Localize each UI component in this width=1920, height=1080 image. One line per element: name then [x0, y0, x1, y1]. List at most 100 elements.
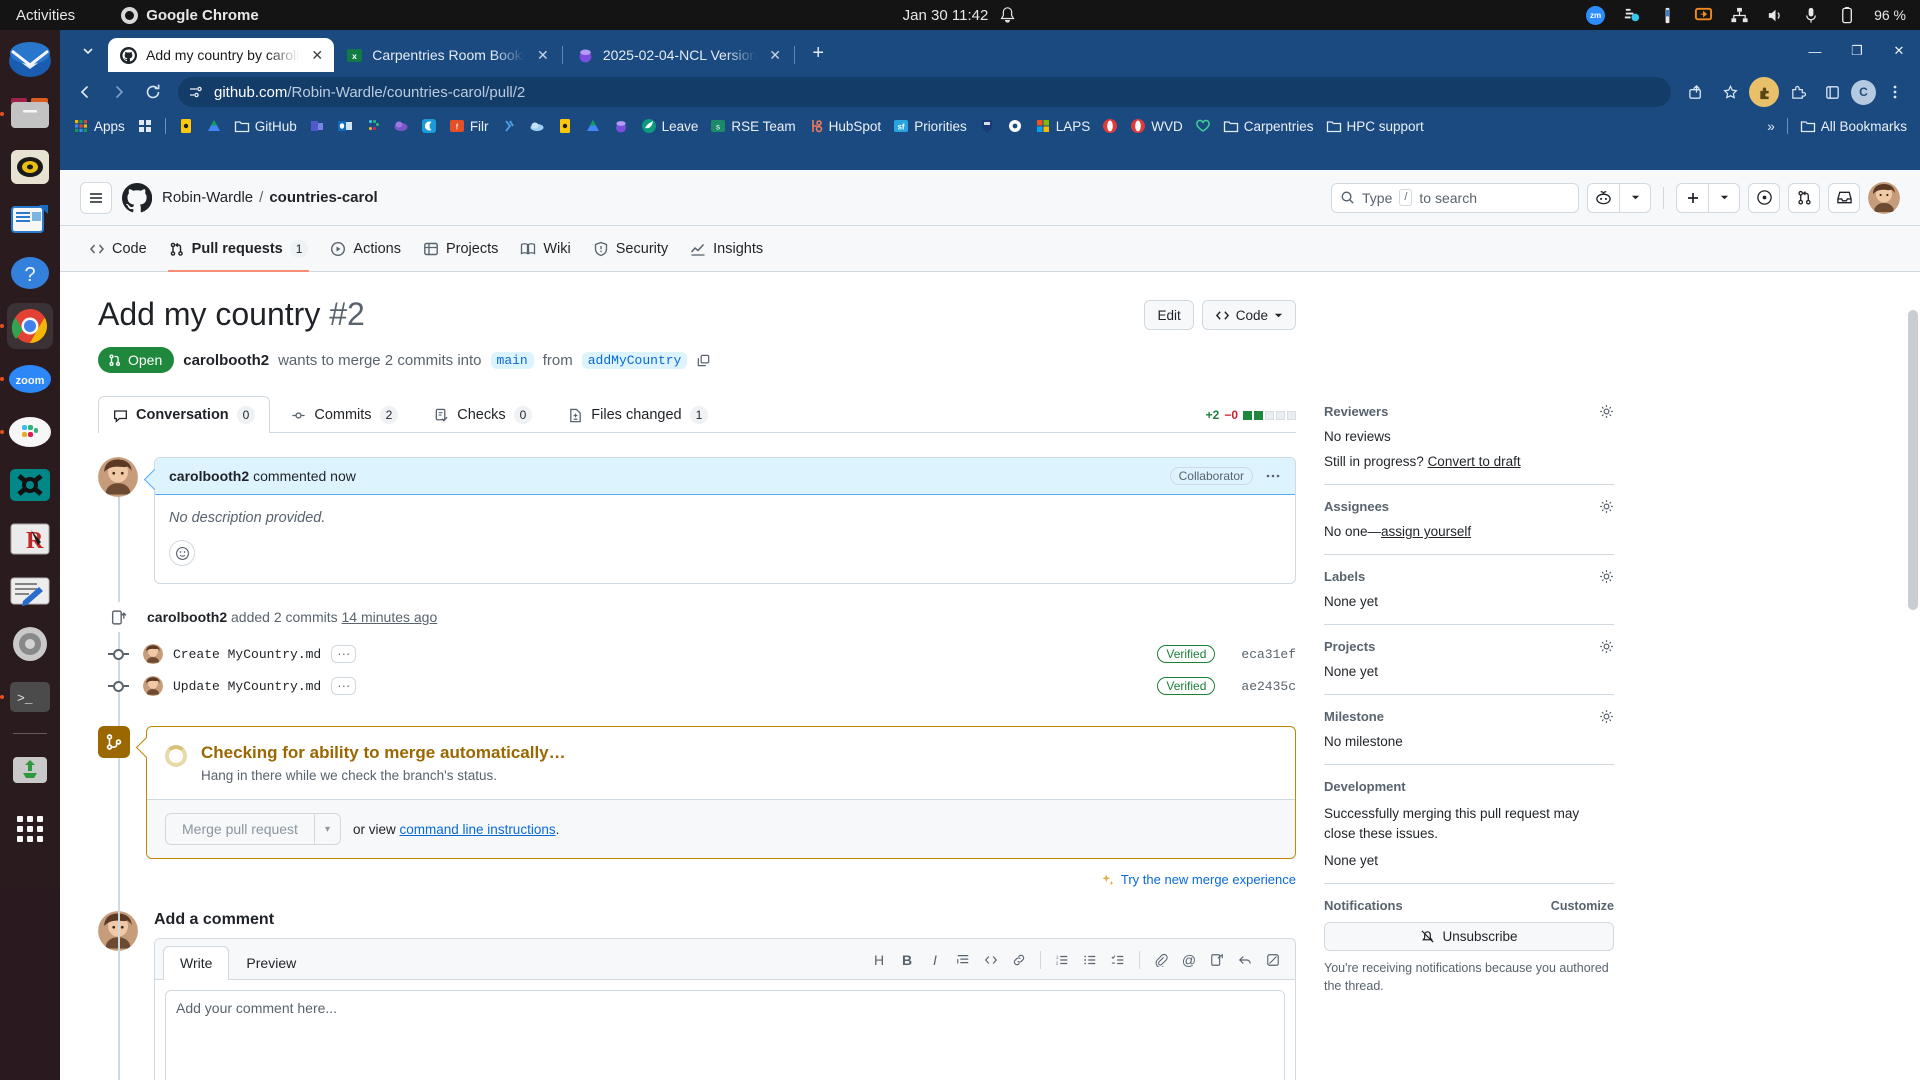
avatar[interactable] — [98, 457, 138, 497]
back-button[interactable] — [70, 77, 100, 107]
gear-icon[interactable] — [1599, 404, 1614, 419]
bookmark-lambda[interactable] — [496, 115, 522, 137]
user-avatar[interactable] — [1868, 181, 1900, 214]
activities-button[interactable]: Activities — [16, 7, 75, 24]
attach-icon[interactable] — [1147, 947, 1175, 973]
unordered-list-icon[interactable] — [1076, 947, 1104, 973]
clock-area[interactable]: Jan 30 11:42 — [830, 6, 1090, 25]
close-window-button[interactable]: ✕ — [1878, 36, 1920, 66]
volume-icon[interactable] — [1766, 6, 1785, 25]
comment-author[interactable]: carolbooth2 — [169, 468, 249, 484]
dock-item-help[interactable]: ? — [7, 250, 53, 296]
browser-tab-0[interactable]: Add my country by caroll ✕ — [108, 38, 335, 72]
head-branch[interactable]: addMyCountry — [581, 351, 688, 369]
bookmark-apps[interactable]: Apps — [68, 115, 130, 137]
site-info-icon[interactable] — [188, 84, 204, 100]
global-nav-menu-button[interactable] — [80, 181, 112, 214]
link-icon[interactable] — [1005, 947, 1033, 973]
bookmark-priorities[interactable]: sf Priorities — [888, 115, 972, 137]
nav-insights[interactable]: Insights — [681, 226, 772, 272]
bookmark-opera[interactable] — [1097, 115, 1123, 137]
quote-icon[interactable] — [949, 947, 977, 973]
browser-tab-1[interactable]: x Carpentries Room Booki ✕ — [334, 38, 560, 72]
kebab-icon[interactable] — [1265, 468, 1281, 484]
battery-icon[interactable] — [1838, 6, 1857, 25]
dock-item-zoom[interactable]: zoom — [7, 356, 53, 402]
share-icon[interactable] — [1681, 77, 1711, 107]
customize-link[interactable]: Customize — [1551, 899, 1614, 913]
bookmark-filr[interactable]: f Filr — [444, 115, 494, 137]
pull-requests-icon[interactable] — [1788, 182, 1820, 213]
dock-item-rstudio[interactable]: R — [7, 515, 53, 561]
commit-message[interactable]: Update MyCountry.md — [173, 679, 321, 694]
breadcrumb-owner[interactable]: Robin-Wardle — [162, 189, 253, 206]
tab-checks[interactable]: Checks 0 — [419, 396, 547, 433]
assign-yourself-link[interactable]: assign yourself — [1381, 524, 1471, 539]
comment-input[interactable]: Add your comment here... — [165, 990, 1285, 1080]
nav-code[interactable]: Code — [80, 226, 156, 272]
bookmark-gear[interactable] — [1002, 115, 1028, 137]
bookmark-slack[interactable] — [360, 115, 386, 137]
dock-item-thunderbird[interactable] — [7, 38, 53, 84]
try-new-merge-experience-link[interactable]: Try the new merge experience — [98, 872, 1296, 887]
bookmark-crest[interactable] — [974, 115, 1000, 137]
close-tab-icon[interactable]: ✕ — [766, 46, 784, 64]
bold-icon[interactable]: B — [893, 947, 921, 973]
heading-icon[interactable]: H — [865, 947, 893, 973]
bookmark-carpentries[interactable]: Carpentries — [1218, 115, 1319, 137]
gear-icon[interactable] — [1599, 709, 1614, 724]
dock-item-terminal[interactable]: >_ — [7, 674, 53, 720]
ordered-list-icon[interactable]: 12 — [1048, 947, 1076, 973]
bookmark-keeper[interactable] — [173, 115, 199, 137]
commit-message[interactable]: Create MyCountry.md — [173, 647, 321, 662]
create-new-split-button[interactable] — [1676, 182, 1740, 213]
tab-files-changed[interactable]: Files changed 1 — [553, 396, 723, 433]
bookmark-cloud[interactable] — [524, 115, 550, 137]
code-icon[interactable] — [977, 947, 1005, 973]
nav-security[interactable]: Security — [584, 226, 677, 272]
convert-to-draft-link[interactable]: Convert to draft — [1428, 454, 1521, 469]
tab-conversation[interactable]: Conversation 0 — [98, 396, 271, 433]
dock-item-x2go[interactable] — [7, 462, 53, 508]
bookmark-drive[interactable] — [201, 115, 227, 137]
gear-icon[interactable] — [1599, 639, 1614, 654]
gear-icon[interactable] — [1599, 499, 1614, 514]
tab-write[interactable]: Write — [163, 946, 230, 980]
bookmark-drive2[interactable] — [580, 115, 606, 137]
reference-icon[interactable] — [1203, 947, 1231, 973]
copilot-split-button[interactable] — [1587, 182, 1651, 213]
bookmark-leave[interactable]: Leave — [636, 115, 704, 137]
issues-icon[interactable] — [1748, 182, 1780, 213]
profile-avatar[interactable]: C — [1851, 79, 1876, 105]
bookmark-onedrive[interactable] — [388, 115, 414, 137]
chrome-menu-icon[interactable] — [1880, 77, 1910, 107]
dock-item-text-editor[interactable] — [7, 568, 53, 614]
task-list-icon[interactable] — [1104, 947, 1132, 973]
nav-pull-requests[interactable]: Pull requests 1 — [160, 226, 318, 272]
browser-tab-2[interactable]: 2025-02-04-NCL Version ✕ — [565, 38, 792, 72]
chevron-down-icon[interactable]: ▾ — [313, 813, 341, 845]
bluetooth-icon[interactable] — [1658, 6, 1677, 25]
bookmark-dashboard[interactable] — [132, 115, 158, 137]
microphone-icon[interactable] — [1802, 6, 1821, 25]
tab-commits[interactable]: Commits 2 — [276, 396, 413, 433]
dock-item-files[interactable] — [7, 91, 53, 137]
bookmark-hubspot[interactable]: HubSpot — [803, 115, 887, 137]
bookmark-heart[interactable] — [1190, 115, 1216, 137]
bookmark-keeper2[interactable] — [552, 115, 578, 137]
plus-icon[interactable] — [1676, 182, 1708, 213]
event-author[interactable]: carolbooth2 — [147, 609, 227, 625]
avatar[interactable] — [143, 676, 163, 696]
event-time[interactable]: 14 minutes ago — [342, 609, 438, 625]
network-icon[interactable] — [1730, 6, 1749, 25]
chevron-down-icon[interactable] — [1708, 182, 1740, 213]
command-line-instructions-link[interactable]: command line instructions — [400, 822, 556, 837]
gear-icon[interactable] — [1599, 569, 1614, 584]
bookmark-hpc-support[interactable]: HPC support — [1321, 115, 1429, 137]
close-tab-icon[interactable]: ✕ — [308, 46, 326, 64]
fullscreen-icon[interactable] — [1259, 947, 1287, 973]
github-logo-icon[interactable] — [122, 182, 152, 213]
nav-actions[interactable]: Actions — [321, 226, 410, 272]
breadcrumb-repo[interactable]: countries-carol — [269, 189, 377, 206]
edit-button[interactable]: Edit — [1144, 300, 1194, 330]
